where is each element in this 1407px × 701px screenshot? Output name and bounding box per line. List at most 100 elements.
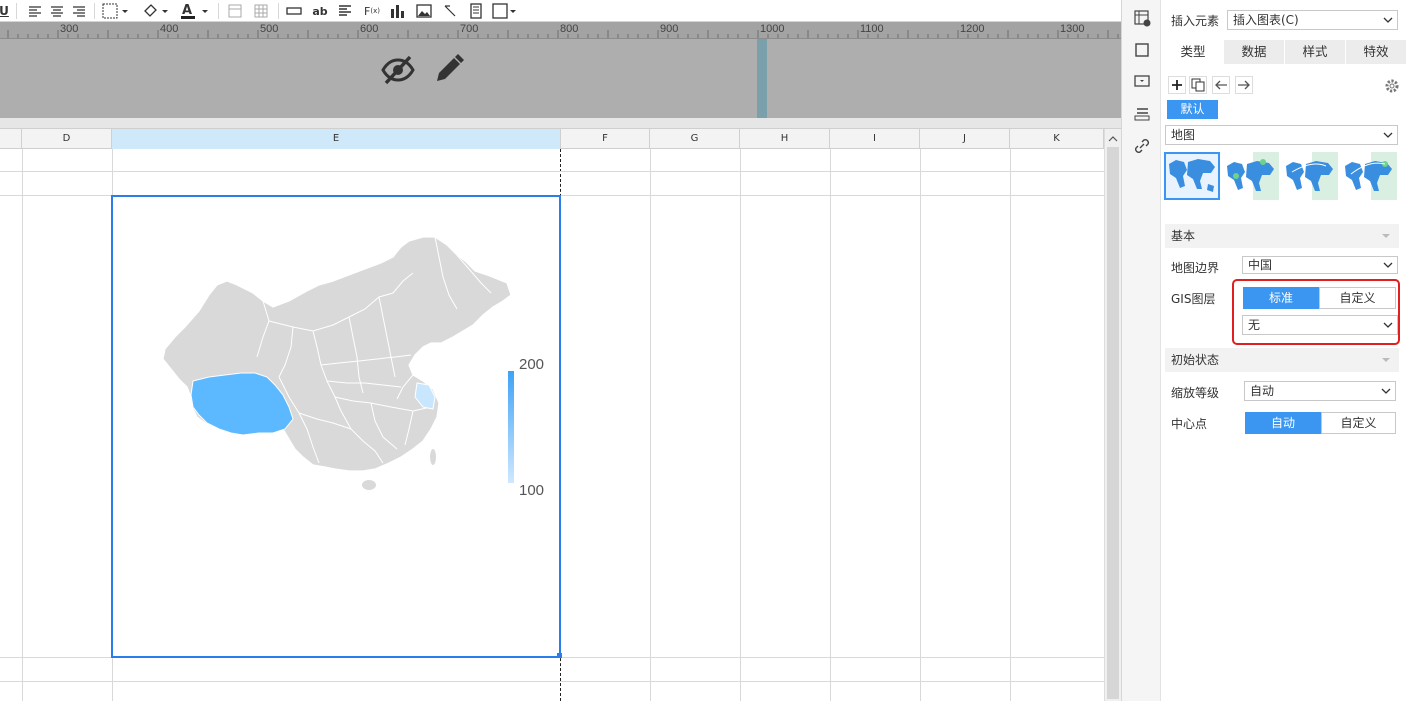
link-icon[interactable]: [1132, 136, 1152, 156]
china-map[interactable]: [113, 197, 559, 656]
chart-properties-panel: 插入元素 插入图表(C) 类型 数据 样式 特效 默认 地图 基本 地图边界 中…: [1160, 0, 1407, 701]
tab-style[interactable]: 样式: [1285, 40, 1345, 64]
column-header-f[interactable]: F: [561, 129, 650, 149]
column-header-h[interactable]: H: [740, 129, 830, 149]
gis-layer-select[interactable]: 无: [1242, 315, 1398, 335]
map-style-thumb-3[interactable]: [1282, 152, 1338, 200]
tab-effects[interactable]: 特效: [1346, 40, 1406, 64]
map-region-base[interactable]: [162, 236, 512, 472]
cell-properties-icon[interactable]: [1132, 8, 1152, 28]
toolbar-divider: [16, 3, 17, 19]
text-ab-icon[interactable]: ab: [310, 0, 330, 22]
split-cells-icon[interactable]: [252, 0, 270, 22]
chevron-down-icon: [1383, 262, 1393, 268]
map-boundary-value: 中国: [1248, 258, 1273, 272]
align-center-icon[interactable]: [48, 0, 66, 22]
ruler-label: 800: [560, 23, 579, 35]
ruler-label: 1100: [860, 23, 884, 35]
center-custom-button[interactable]: 自定义: [1321, 412, 1396, 434]
map-boundary-select[interactable]: 中国: [1242, 256, 1398, 274]
spreadsheet-grid[interactable]: 200 100: [0, 149, 1104, 701]
map-style-thumb-2[interactable]: [1223, 152, 1279, 200]
ruler-label: 900: [660, 23, 679, 35]
arrow-left-icon[interactable]: [1212, 76, 1230, 94]
grid-line: [0, 681, 1104, 682]
center-auto-button[interactable]: 自动: [1245, 412, 1321, 434]
merge-cells-icon[interactable]: [226, 0, 244, 22]
center-point-label: 中心点: [1171, 417, 1208, 431]
chart-type-select[interactable]: 地图: [1165, 125, 1398, 145]
column-header-d[interactable]: D: [22, 129, 112, 149]
map-chart-cell[interactable]: 200 100: [111, 195, 562, 658]
add-icon[interactable]: [1168, 76, 1186, 94]
map-style-thumb-1[interactable]: [1164, 152, 1220, 200]
tab-data[interactable]: 数据: [1224, 40, 1284, 64]
ruler-label: 1000: [760, 23, 785, 35]
align-left-icon[interactable]: [26, 0, 44, 22]
slash-icon[interactable]: [440, 0, 460, 22]
toolbar-divider: [278, 3, 279, 19]
legend-max-label: 200: [519, 356, 545, 373]
column-header-stub: [0, 129, 22, 149]
dropdown-widget-icon[interactable]: [1132, 71, 1152, 91]
grid-line: [22, 149, 23, 701]
band-marker: [757, 39, 767, 118]
column-header-row: D E F G H I J K: [0, 129, 1104, 149]
section-basic-title: 基本: [1171, 229, 1196, 243]
resize-handle[interactable]: [557, 653, 562, 658]
legend-gradient-bar[interactable]: [508, 371, 514, 483]
column-header-e[interactable]: E: [112, 129, 561, 149]
chevron-down-icon: [1381, 388, 1391, 394]
gear-icon[interactable]: [1382, 76, 1402, 96]
grid-line: [920, 149, 921, 701]
ruler-label: 400: [160, 23, 179, 35]
underline-button[interactable]: U: [0, 0, 9, 22]
section-basic[interactable]: 基本: [1165, 224, 1399, 248]
insert-element-select[interactable]: 插入图表(C): [1227, 10, 1398, 30]
list-format-icon[interactable]: [1132, 104, 1152, 124]
chart-type-value: 地图: [1171, 128, 1196, 142]
map-style-thumb-4[interactable]: [1341, 152, 1397, 200]
bar-chart-icon[interactable]: [388, 0, 408, 22]
scrollbar-thumb[interactable]: [1107, 147, 1119, 699]
eye-slash-icon[interactable]: [381, 55, 415, 88]
hidden-band-area[interactable]: [0, 39, 1121, 118]
gis-custom-button[interactable]: 自定义: [1319, 287, 1396, 309]
map-region-taiwan[interactable]: [430, 449, 436, 465]
border-dropdown-icon[interactable]: [102, 0, 132, 22]
image-icon[interactable]: [414, 0, 434, 22]
insert-element-value: 插入图表(C): [1233, 13, 1299, 27]
fill-color-icon[interactable]: [142, 0, 172, 22]
frame-icon[interactable]: [466, 0, 486, 22]
column-header-g[interactable]: G: [650, 129, 740, 149]
toolbar-divider: [218, 3, 219, 19]
default-tag[interactable]: 默认: [1167, 100, 1218, 119]
column-header-i[interactable]: I: [830, 129, 920, 149]
grid-line: [650, 149, 651, 701]
formula-icon[interactable]: F (x): [360, 0, 384, 22]
paragraph-icon[interactable]: [336, 0, 354, 22]
vertical-scrollbar[interactable]: [1104, 129, 1121, 701]
align-right-icon[interactable]: [70, 0, 88, 22]
scroll-up-icon[interactable]: [1105, 131, 1121, 147]
zoom-level-select[interactable]: 自动: [1244, 381, 1396, 401]
section-initial-title: 初始状态: [1171, 353, 1220, 367]
arrow-right-icon[interactable]: [1235, 76, 1253, 94]
pencil-icon[interactable]: [433, 53, 465, 88]
tab-type[interactable]: 类型: [1163, 40, 1223, 64]
column-header-k[interactable]: K: [1010, 129, 1104, 149]
gis-standard-button[interactable]: 标准: [1243, 287, 1319, 309]
map-region-hainan[interactable]: [362, 480, 376, 490]
section-initial-state[interactable]: 初始状态: [1165, 348, 1399, 372]
textbox-icon[interactable]: [284, 0, 304, 22]
copy-icon[interactable]: [1189, 76, 1207, 94]
svg-text:A: A: [182, 3, 192, 18]
grid-line: [0, 171, 1104, 172]
map-boundary-label: 地图边界: [1171, 261, 1220, 275]
header-gap: [0, 118, 1121, 129]
more-border-icon[interactable]: [492, 0, 518, 22]
font-color-icon[interactable]: A: [180, 0, 212, 22]
square-icon[interactable]: [1132, 40, 1152, 60]
column-header-j[interactable]: J: [920, 129, 1010, 149]
grid-line: [740, 149, 741, 701]
